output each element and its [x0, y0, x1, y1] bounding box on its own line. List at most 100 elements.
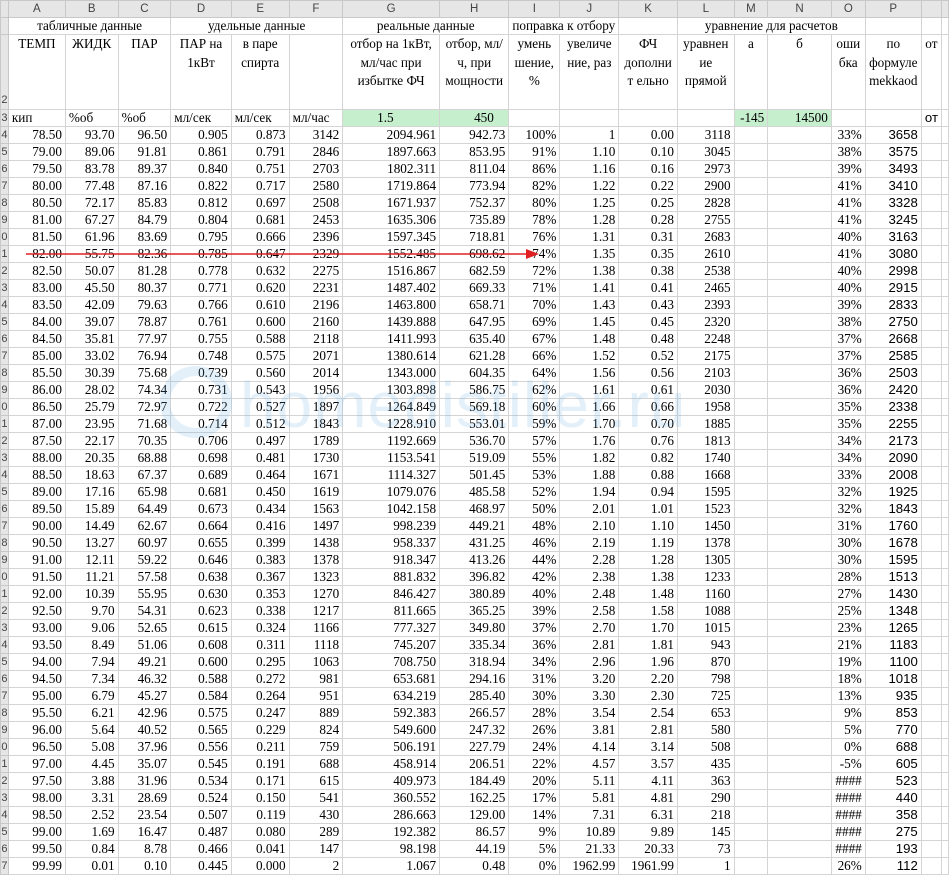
row-header[interactable]: 7 [0, 517, 9, 535]
cell-a[interactable]: 96.00 [7, 721, 66, 739]
cell-q[interactable] [920, 415, 943, 433]
cell-j[interactable]: 3.54 [559, 704, 620, 722]
cell-g[interactable]: 192.382 [342, 823, 441, 841]
cell-d[interactable]: 0.689 [170, 466, 232, 484]
cell-l[interactable]: 2030 [676, 381, 735, 399]
cell-g[interactable]: 846.427 [342, 585, 441, 603]
cell-f[interactable]: 2453 [288, 211, 344, 229]
cell-l[interactable]: 2538 [676, 262, 735, 280]
cell-o[interactable]: 40% [830, 279, 866, 297]
cell-i[interactable]: 76% [508, 228, 561, 246]
cell-o[interactable]: 30% [830, 534, 866, 552]
cell-g[interactable]: 549.600 [342, 721, 441, 739]
cell-b[interactable]: 5.08 [64, 738, 119, 756]
unit-cell-d[interactable]: мл/сек [170, 109, 232, 127]
header-cell-h[interactable]: отбор, мл/ч, при мощности [439, 34, 510, 110]
cell-r[interactable] [941, 840, 949, 858]
cell-f[interactable]: 1063 [288, 653, 344, 671]
cell-d[interactable]: 0.714 [170, 415, 232, 433]
row-header[interactable]: 9 [0, 551, 9, 569]
row-header-1[interactable] [0, 17, 9, 35]
cell-f[interactable]: 1730 [288, 449, 344, 467]
cell-g[interactable]: 1264.849 [342, 398, 441, 416]
cell-p[interactable]: 3493 [864, 160, 922, 178]
header-cell-f[interactable] [288, 34, 344, 110]
cell-a[interactable]: 97.00 [7, 755, 66, 773]
cell-l[interactable]: 1885 [676, 415, 735, 433]
cell-a[interactable]: 92.00 [7, 585, 66, 603]
cell-p[interactable]: 1513 [864, 568, 922, 586]
cell-j[interactable]: 2.81 [559, 636, 620, 654]
cell-j[interactable]: 1.56 [559, 364, 620, 382]
cell-r[interactable] [941, 823, 949, 841]
cell-n[interactable] [767, 143, 832, 161]
cell-p[interactable]: 2833 [864, 296, 922, 314]
cell-q[interactable] [920, 823, 943, 841]
cell-k[interactable]: 0.66 [618, 398, 678, 416]
row-header[interactable]: 8 [0, 704, 9, 722]
cell-e[interactable]: 0.791 [230, 143, 290, 161]
cell-j[interactable]: 1.38 [559, 262, 620, 280]
unit-cell-c[interactable]: %об [117, 109, 172, 127]
cell-h[interactable]: 682.59 [439, 262, 510, 280]
cell-q[interactable] [920, 670, 943, 688]
cell-o[interactable]: #### [830, 806, 866, 824]
cell-b[interactable]: 77.48 [64, 177, 119, 195]
cell-n[interactable] [767, 755, 832, 773]
cell-l[interactable]: 2465 [676, 279, 735, 297]
cell-h[interactable]: 853.95 [439, 143, 510, 161]
cell-d[interactable]: 0.778 [170, 262, 232, 280]
cell-p[interactable]: 688 [864, 738, 922, 756]
cell-q[interactable] [920, 483, 943, 501]
cell-m[interactable] [733, 228, 769, 246]
cell-c[interactable]: 35.07 [117, 755, 172, 773]
cell-k[interactable]: 0.94 [618, 483, 678, 501]
cell-o[interactable]: 26% [830, 857, 866, 875]
cell-g[interactable]: 653.681 [342, 670, 441, 688]
cell-o[interactable]: 41% [830, 245, 866, 263]
cell-c[interactable]: 68.88 [117, 449, 172, 467]
cell-k[interactable]: 3.57 [618, 755, 678, 773]
cell-i[interactable]: 17% [508, 789, 561, 807]
cell-n[interactable] [767, 806, 832, 824]
cell-n[interactable] [767, 619, 832, 637]
cell-a[interactable]: 92.50 [7, 602, 66, 620]
cell-f[interactable]: 2231 [288, 279, 344, 297]
cell-p[interactable]: 2008 [864, 466, 922, 484]
cell-k[interactable]: 0.45 [618, 313, 678, 331]
cell-k[interactable]: 1.70 [618, 619, 678, 637]
cell-m[interactable] [733, 789, 769, 807]
cell-q[interactable] [920, 755, 943, 773]
cell-r[interactable] [941, 194, 949, 212]
cell-q[interactable] [920, 364, 943, 382]
row-header[interactable]: 4 [0, 466, 9, 484]
cell-l[interactable]: 1595 [676, 483, 735, 501]
cell-m[interactable] [733, 500, 769, 518]
cell-j[interactable]: 1.31 [559, 228, 620, 246]
cell-m[interactable] [733, 636, 769, 654]
cell-d[interactable]: 0.771 [170, 279, 232, 297]
cell-p[interactable]: 2750 [864, 313, 922, 331]
row-header[interactable]: 7 [0, 177, 9, 195]
cell-b[interactable]: 17.16 [64, 483, 119, 501]
row-header[interactable]: 2 [0, 262, 9, 280]
cell-p[interactable]: 1430 [864, 585, 922, 603]
cell-p[interactable]: 1678 [864, 534, 922, 552]
cell-c[interactable]: 72.97 [117, 398, 172, 416]
column-header-d[interactable]: D [170, 0, 232, 18]
column-header-q[interactable] [920, 0, 943, 18]
cell-g[interactable]: 1897.663 [342, 143, 441, 161]
cell-e[interactable]: 0.543 [230, 381, 290, 399]
cell-j[interactable]: 1962.99 [559, 857, 620, 875]
cell-b[interactable]: 39.07 [64, 313, 119, 331]
cell-o[interactable]: 30% [830, 551, 866, 569]
cell-h[interactable]: 501.45 [439, 466, 510, 484]
cell-o[interactable]: 36% [830, 364, 866, 382]
cell-o[interactable]: #### [830, 772, 866, 790]
cell-a[interactable]: 88.50 [7, 466, 66, 484]
cell-o[interactable]: 21% [830, 636, 866, 654]
row-header[interactable]: 2 [0, 602, 9, 620]
cell-m[interactable] [733, 823, 769, 841]
cell-q[interactable] [920, 313, 943, 331]
cell-i[interactable]: 64% [508, 364, 561, 382]
